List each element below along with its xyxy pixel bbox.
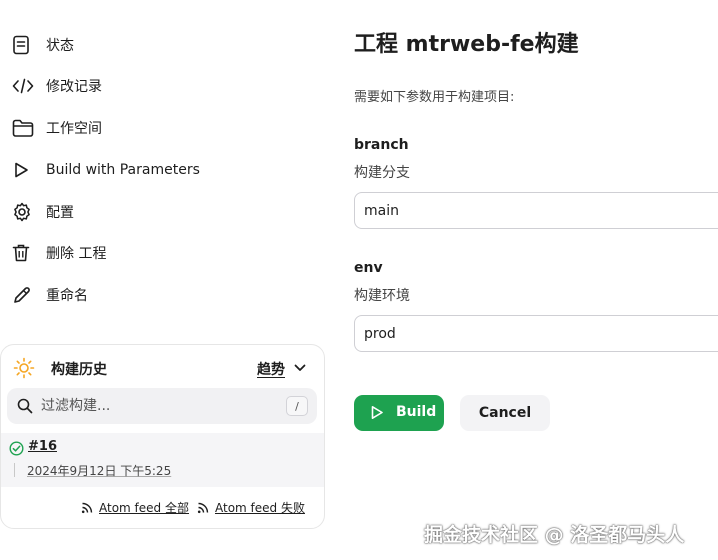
play-icon [371, 406, 383, 419]
sun-icon [13, 357, 35, 379]
pencil-icon [12, 284, 38, 306]
param-description-branch: 构建分支 [354, 165, 410, 181]
trash-icon [12, 242, 38, 264]
play-icon [12, 159, 38, 181]
env-input[interactable] [354, 315, 718, 352]
build-date-link[interactable]: 2024年9月12日 下午5:25 [27, 462, 171, 479]
document-icon [12, 34, 38, 56]
cancel-button[interactable]: Cancel [460, 395, 550, 431]
param-name-branch: branch [354, 137, 409, 153]
watermark: 掘金技术社区 @ 洛圣都马头人 [424, 524, 685, 546]
sidebar-item-label: 配置 [46, 205, 74, 221]
code-icon [12, 75, 38, 97]
sidebar-item-workspace[interactable]: 工作空间 [12, 112, 102, 144]
build-button[interactable]: Build [354, 395, 444, 431]
trend-link[interactable]: 趋势 [257, 359, 285, 379]
build-history-header: 构建历史 趋势 [1, 351, 324, 383]
rss-icon [197, 502, 209, 514]
atom-feed-all-label: Atom feed 全部 [99, 501, 189, 515]
sidebar-item-label: Build with Parameters [46, 162, 200, 178]
build-number-link[interactable]: #16 [28, 439, 57, 454]
build-filter: / [7, 388, 317, 424]
filter-shortcut-badge: / [286, 396, 308, 416]
sidebar-item-label: 修改记录 [46, 79, 102, 95]
params-intro: 需要如下参数用于构建项目: [354, 90, 515, 105]
sidebar-item-label: 工作空间 [46, 121, 102, 137]
sidebar-item-label: 重命名 [46, 288, 88, 304]
atom-feeds: Atom feed 全部 Atom feed 失败 [81, 499, 305, 516]
build-filter-input[interactable] [41, 394, 281, 418]
sidebar-item-changes[interactable]: 修改记录 [12, 70, 102, 102]
search-icon [17, 398, 33, 414]
sidebar-item-configure[interactable]: 配置 [12, 196, 74, 228]
atom-feed-all-link[interactable]: Atom feed 全部 [81, 499, 189, 516]
build-button-label: Build [396, 404, 437, 420]
build-row[interactable]: #16 2024年9月12日 下午5:25 [1, 433, 324, 487]
param-description-env: 构建环境 [354, 288, 410, 304]
build-history-panel: 构建历史 趋势 / #16 2024年9月12日 下午5:25 Atom fee… [0, 344, 325, 529]
page-title: 工程 mtrweb-fe构建 [354, 32, 579, 57]
sidebar-item-label: 状态 [46, 38, 74, 54]
atom-feed-failed-link[interactable]: Atom feed 失败 [197, 499, 305, 516]
sidebar-item-delete-project[interactable]: 删除 工程 [12, 237, 106, 269]
folder-icon [12, 117, 38, 139]
rss-icon [81, 502, 93, 514]
sidebar-item-status[interactable]: 状态 [12, 29, 74, 61]
gear-icon [12, 201, 38, 223]
success-check-icon [9, 441, 24, 456]
timeline-divider [14, 463, 15, 477]
sidebar-item-build-with-parameters[interactable]: Build with Parameters [12, 154, 200, 186]
param-name-env: env [354, 260, 383, 276]
atom-feed-failed-label: Atom feed 失败 [214, 501, 305, 515]
sidebar-item-label: 删除 工程 [46, 246, 107, 262]
branch-input[interactable] [354, 192, 718, 229]
sidebar-item-rename[interactable]: 重命名 [12, 279, 88, 311]
build-history-title: 构建历史 [51, 362, 107, 378]
chevron-down-icon[interactable] [293, 361, 307, 375]
